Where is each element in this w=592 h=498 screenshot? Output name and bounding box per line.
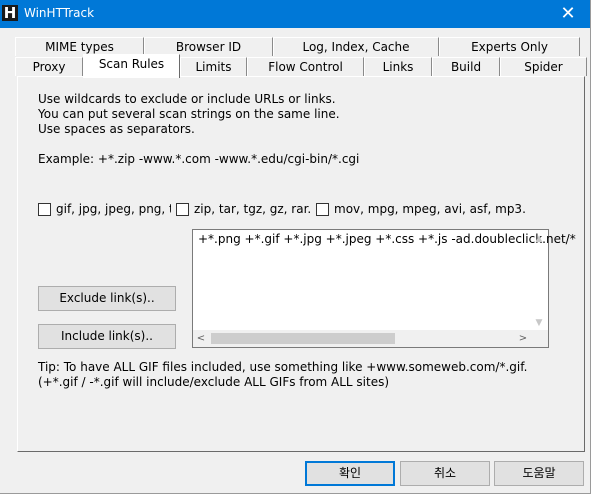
desktop-background xyxy=(0,494,592,498)
window-title: WinHTTrack xyxy=(24,6,95,20)
tab-proxy[interactable]: Proxy xyxy=(15,57,83,76)
app-icon: H xyxy=(2,4,18,22)
tab-build[interactable]: Build xyxy=(432,57,500,76)
checkbox-archives[interactable]: zip, tar, tgz, gz, rar. xyxy=(176,202,311,217)
winhttrack-options-dialog: H WinHTTrack ✕ MIME types Browser ID Log… xyxy=(0,0,591,494)
include-links-button[interactable]: Include link(s).. xyxy=(38,324,176,349)
checkbox-images[interactable]: gif, jpg, jpeg, png, tif xyxy=(38,203,171,217)
cancel-button[interactable]: 취소 xyxy=(400,461,490,486)
instruction-line: You can put several scan strings on the … xyxy=(38,107,340,121)
scroll-left-icon[interactable]: < xyxy=(193,330,209,347)
tab-experts-only[interactable]: Experts Only xyxy=(439,37,580,56)
checkbox-box[interactable] xyxy=(38,203,51,216)
tab-links[interactable]: Links xyxy=(364,57,432,76)
close-icon[interactable]: ✕ xyxy=(545,0,590,28)
instruction-line: Use spaces as separators. xyxy=(38,122,195,136)
instruction-line: Use wildcards to exclude or include URLs… xyxy=(38,92,336,106)
tab-spider[interactable]: Spider xyxy=(500,57,587,76)
ok-button[interactable]: 확인 xyxy=(305,461,395,486)
tab-scan-rules[interactable]: Scan Rules xyxy=(83,54,180,78)
checkbox-label: mov, mpg, mpeg, avi, asf, mp3. xyxy=(334,202,526,216)
checkbox-media[interactable]: mov, mpg, mpeg, avi, asf, mp3. xyxy=(316,202,526,217)
help-button[interactable]: 도움말 xyxy=(494,461,584,486)
tab-log-index-cache[interactable]: Log, Index, Cache xyxy=(273,37,439,56)
tab-limits[interactable]: Limits xyxy=(180,57,247,76)
exclude-links-button[interactable]: Exclude link(s).. xyxy=(38,286,176,311)
scroll-up-icon: ▲ xyxy=(535,234,543,244)
scan-rules-value[interactable]: +*.png +*.gif +*.jpg +*.jpeg +*.css +*.j… xyxy=(198,232,576,247)
checkbox-box[interactable] xyxy=(176,203,189,216)
scroll-down-icon: ▼ xyxy=(535,318,543,328)
scroll-right-icon[interactable]: > xyxy=(515,330,531,347)
tab-flow-control[interactable]: Flow Control xyxy=(247,57,364,76)
title-bar[interactable]: H WinHTTrack ✕ xyxy=(0,0,590,28)
horizontal-scroll-thumb[interactable] xyxy=(211,333,395,344)
checkbox-box[interactable] xyxy=(316,203,329,216)
scan-rules-textarea[interactable]: +*.png +*.gif +*.jpg +*.jpeg +*.css +*.j… xyxy=(192,229,576,348)
tip-text: Tip: To have ALL GIF files included, use… xyxy=(38,360,528,374)
checkbox-label: gif, jpg, jpeg, png, tif xyxy=(56,203,171,216)
horizontal-scrollbar[interactable]: < > xyxy=(193,330,531,347)
example-text: Example: +*.zip -www.*.com -www.*.edu/cg… xyxy=(38,152,360,166)
scroll-corner xyxy=(531,330,548,347)
checkbox-label: zip, tar, tgz, gz, rar. xyxy=(194,202,312,216)
tip-text-secondary: (+*.gif / -*.gif will include/exclude AL… xyxy=(38,375,390,389)
